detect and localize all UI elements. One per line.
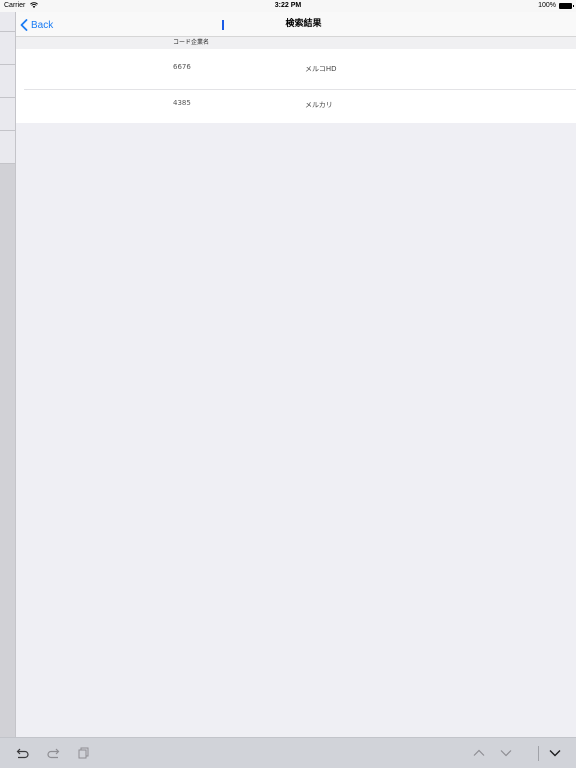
battery-percent: 100% bbox=[538, 2, 556, 9]
master-row bbox=[0, 12, 15, 32]
master-row bbox=[0, 65, 15, 98]
stock-code: 4385 bbox=[173, 99, 191, 107]
results-table: コード企業名 6676 メルコHD 4385 メルカリ bbox=[16, 37, 576, 123]
master-pane-edge bbox=[0, 12, 16, 737]
back-button[interactable]: Back bbox=[20, 17, 53, 33]
table-header: コード企業名 bbox=[16, 37, 576, 49]
chevron-down-icon[interactable] bbox=[499, 747, 513, 759]
back-label: Back bbox=[31, 19, 54, 31]
chevron-up-icon[interactable] bbox=[472, 747, 486, 759]
table-row[interactable]: 6676 メルコHD bbox=[16, 49, 576, 90]
keyboard-dismiss-icon[interactable] bbox=[548, 747, 562, 759]
undo-icon[interactable] bbox=[16, 747, 30, 759]
navigation-bar: Back 検索結果 bbox=[16, 12, 576, 37]
keyboard-toolbar bbox=[0, 737, 576, 768]
stock-code: 6676 bbox=[173, 63, 191, 71]
company-name: メルカリ bbox=[305, 101, 333, 109]
status-bar: Carrier 3:22 PM 100% bbox=[0, 0, 576, 12]
paste-icon[interactable] bbox=[77, 747, 91, 759]
company-name: メルコHD bbox=[305, 65, 337, 73]
status-time: 3:22 PM bbox=[274, 2, 302, 9]
toolbar-divider bbox=[538, 746, 539, 761]
redo-icon[interactable] bbox=[46, 747, 60, 759]
chevron-left-icon bbox=[20, 19, 28, 31]
page-title: 検索結果 bbox=[285, 19, 322, 29]
master-row bbox=[0, 131, 15, 164]
table-row[interactable]: 4385 メルカリ bbox=[16, 90, 576, 123]
text-cursor bbox=[222, 20, 224, 30]
battery-icon bbox=[559, 3, 574, 9]
master-row bbox=[0, 98, 15, 131]
master-row bbox=[0, 32, 15, 65]
